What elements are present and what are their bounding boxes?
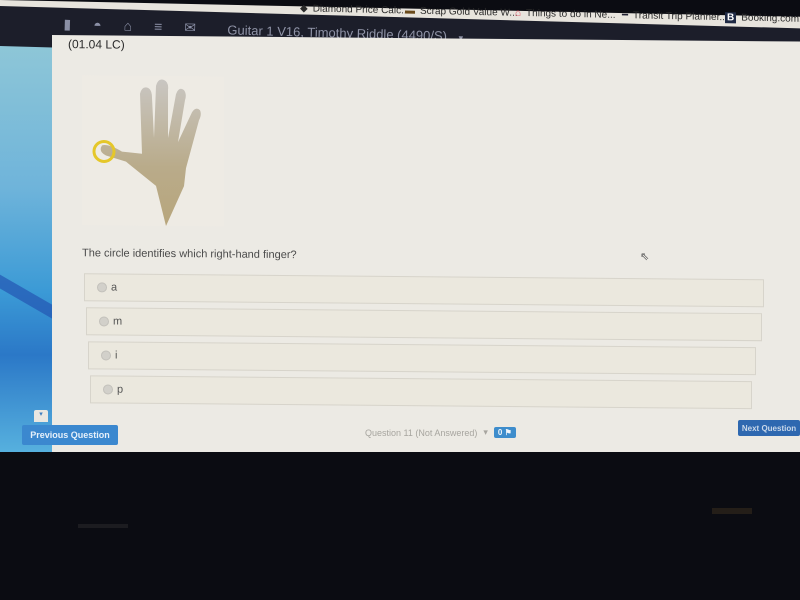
bookmark-transit[interactable]: ━ Transit Trip Planner... (622, 10, 728, 23)
option-label: a (111, 281, 118, 294)
bookmark-label: Transit Trip Planner... (633, 10, 728, 24)
bookmark-label: Things to do in Ne... (526, 8, 616, 21)
mail-icon[interactable]: ✉ (184, 19, 196, 36)
booking-icon: B (725, 12, 737, 24)
screen: ◆ Diamond Price Calc... ▬ Scrap Gold Val… (0, 0, 800, 460)
flag-badge[interactable]: 0 ⚑ (493, 427, 516, 438)
question-text: The circle identifies which right-hand f… (82, 247, 297, 262)
option-label: i (115, 349, 118, 362)
book-icon[interactable]: ▮ (63, 16, 71, 33)
answer-option-i[interactable]: i (88, 341, 756, 376)
nav-icons: ▮ ◓ ⌂ ≡ ✉ (63, 16, 196, 37)
previous-question-button[interactable]: Previous Question (22, 425, 118, 445)
bookmark-booking[interactable]: B Booking.com: Co (725, 12, 800, 25)
radio-button[interactable] (97, 282, 107, 293)
chevron-down-icon: ▾ (39, 411, 43, 418)
hand-illustration (92, 79, 201, 226)
menu-icon[interactable]: ≡ (154, 18, 163, 35)
assessment-page: (01.04 LC) The circle identifies which r… (52, 35, 800, 460)
hand-diagram (82, 75, 224, 227)
question-status: Question 11 (Not Answered) (365, 427, 478, 438)
desktop-background (0, 40, 67, 460)
airbnb-icon: ⌂ (515, 7, 522, 19)
hand-shape (100, 79, 201, 226)
bezel-reflection (712, 508, 752, 514)
question-navigator[interactable]: Question 11 (Not Answered) ▾ 0 ⚑ (365, 427, 516, 438)
gold-icon: ▬ (405, 5, 415, 17)
answer-option-p[interactable]: p (90, 375, 752, 410)
collapse-toggle[interactable]: ▾ (34, 410, 48, 422)
answer-option-m[interactable]: m (86, 307, 762, 342)
mouse-cursor-icon: ⇖ (640, 251, 650, 263)
home-icon[interactable]: ⌂ (123, 17, 132, 34)
chevron-down-icon: ▾ (483, 427, 488, 437)
flag-icon: ⚑ (504, 428, 512, 437)
bookmark-label: Booking.com: Co (741, 12, 800, 26)
radio-button[interactable] (103, 384, 113, 395)
answer-option-a[interactable]: a (84, 273, 764, 308)
option-label: p (117, 383, 124, 396)
transit-icon: ━ (622, 10, 629, 22)
diamond-icon: ◆ (300, 3, 308, 15)
option-label: m (113, 315, 123, 328)
bookmark-things-to-do[interactable]: ⌂ Things to do in Ne... (515, 8, 616, 21)
inbox-icon[interactable]: ◓ (93, 17, 102, 34)
bezel-reflection (78, 524, 128, 528)
bookmark-label: Scrap Gold Value W... (420, 5, 518, 19)
lesson-code: (01.04 LC) (68, 37, 125, 52)
next-question-button[interactable]: Next Question (738, 420, 800, 436)
radio-button[interactable] (99, 316, 109, 327)
radio-button[interactable] (101, 350, 111, 361)
monitor-bezel (0, 452, 800, 600)
flag-count: 0 (497, 428, 503, 437)
